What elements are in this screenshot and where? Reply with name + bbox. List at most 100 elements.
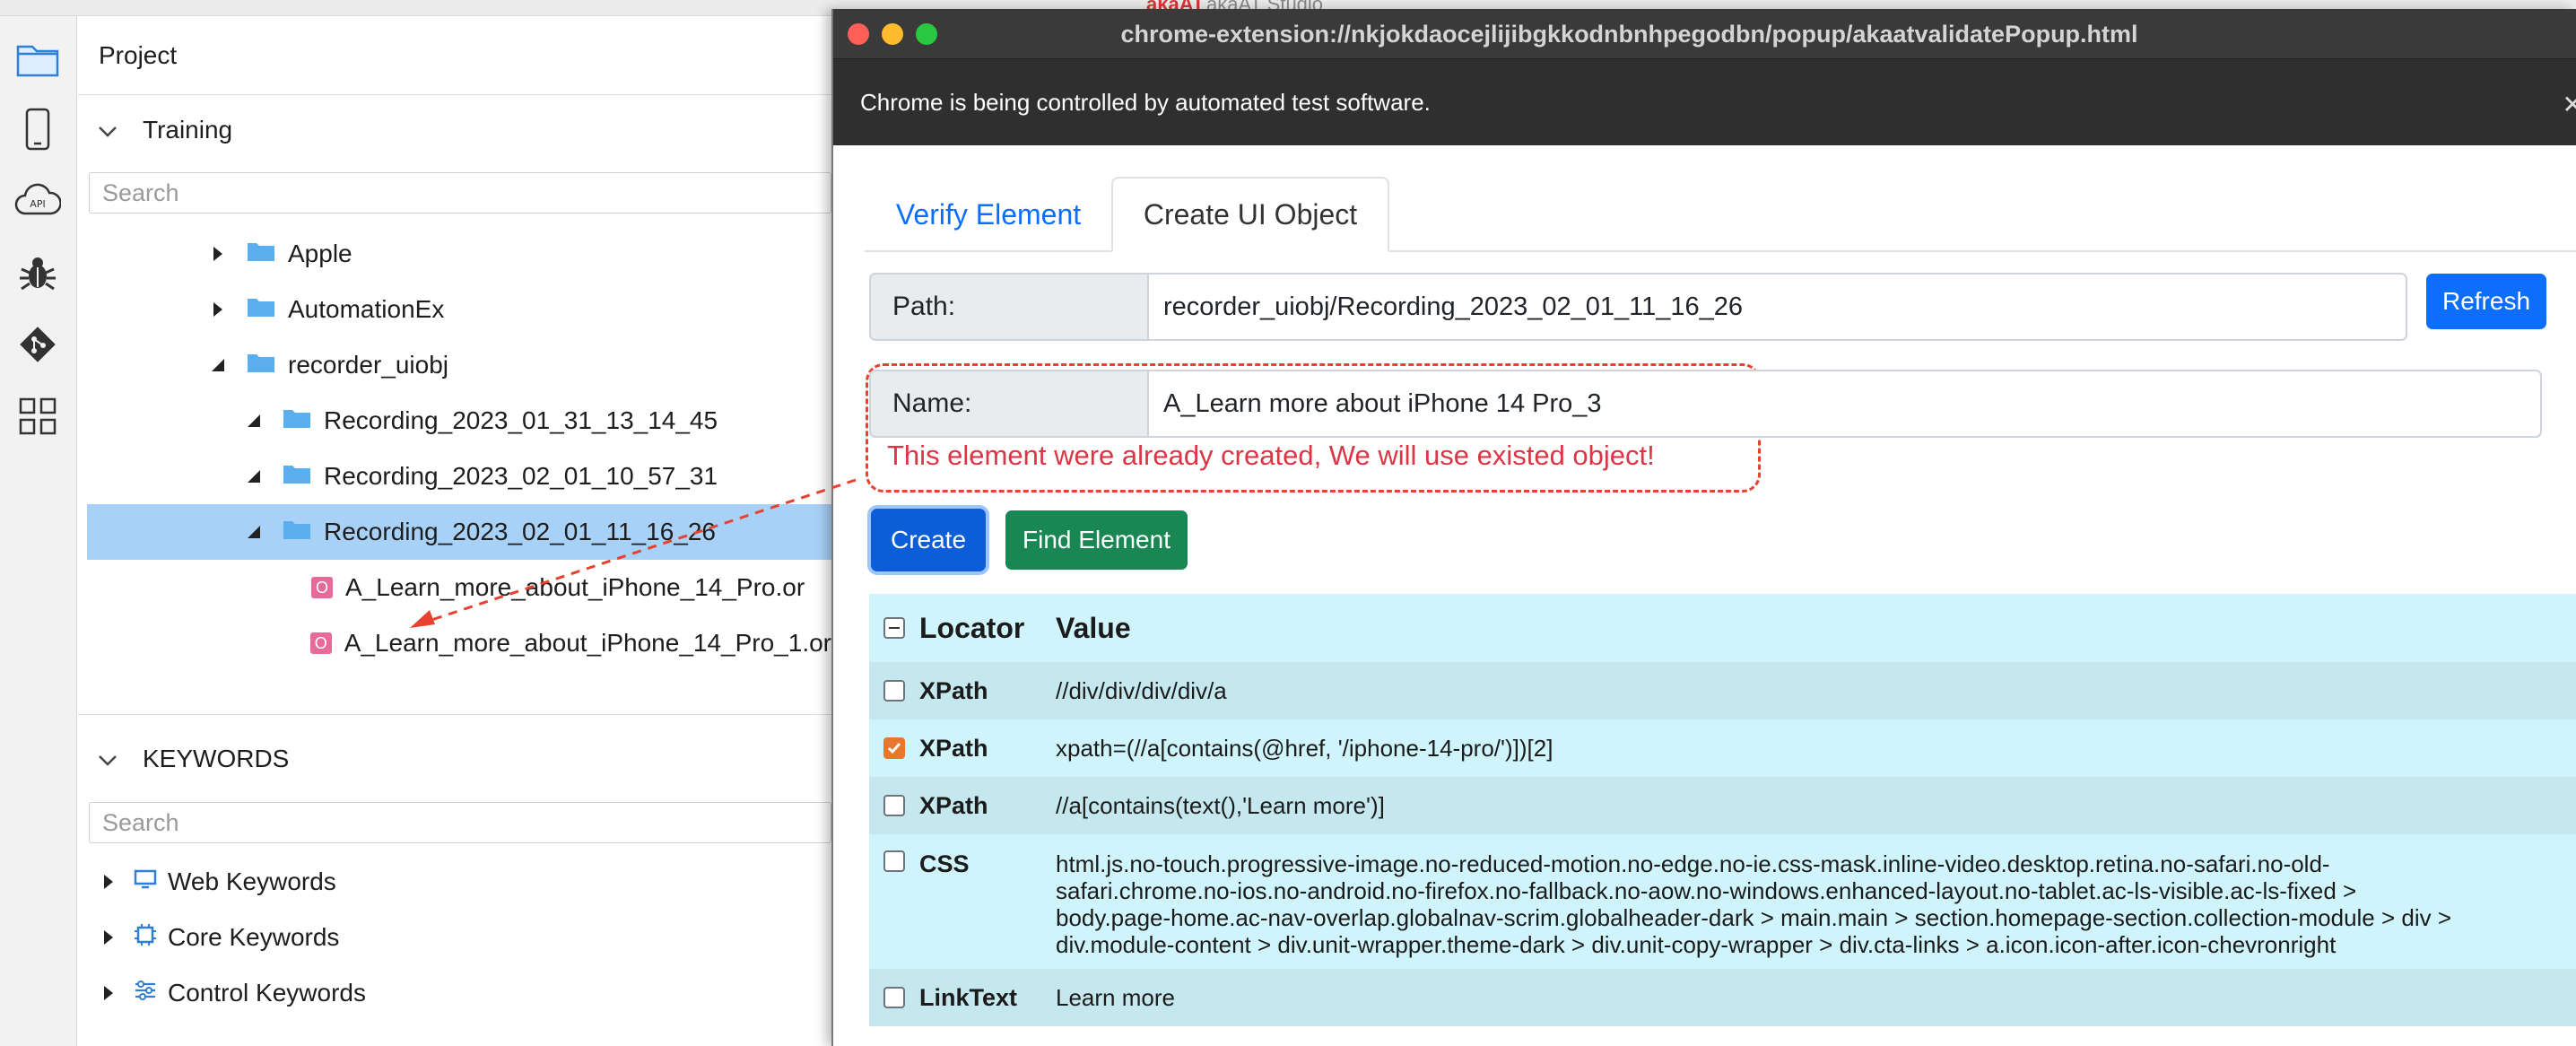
keywords-section-header[interactable]: KEYWORDS xyxy=(78,725,831,793)
row-checkbox-checked[interactable] xyxy=(883,737,905,759)
expand-arrow-icon[interactable] xyxy=(96,874,121,890)
training-label: Training xyxy=(143,116,233,144)
tree-label: Recording_2023_01_31_13_14_45 xyxy=(324,406,718,434)
row-checkbox[interactable] xyxy=(883,850,905,872)
object-repository-icon: O xyxy=(309,632,332,654)
row-checkbox[interactable] xyxy=(883,680,905,702)
refresh-button[interactable]: Refresh xyxy=(2426,274,2546,329)
locator-type: XPath xyxy=(919,676,988,704)
locator-value: xpath=(//a[contains(@href, '/iphone-14-p… xyxy=(1056,735,1553,762)
grid-apps-icon[interactable] xyxy=(13,391,63,441)
select-all-checkbox[interactable] xyxy=(883,617,905,639)
table-row: XPath //div/div/div/div/a xyxy=(869,662,2576,719)
css-value-line: html.js.no-touch.progressive-image.no-re… xyxy=(1056,850,2330,877)
row-checkbox[interactable] xyxy=(883,987,905,1008)
locator-value: Learn more xyxy=(1056,984,1175,1011)
table-row: XPath xpath=(//a[contains(@href, '/iphon… xyxy=(869,719,2576,777)
tree-folder-recorder-uiobj[interactable]: recorder_uiobj xyxy=(87,337,831,393)
infobar-text: Chrome is being controlled by automated … xyxy=(860,88,1431,116)
create-button[interactable]: Create xyxy=(871,509,986,571)
locator-type: LinkText xyxy=(919,983,1018,1011)
debug-bug-icon[interactable] xyxy=(13,248,63,298)
name-input-group: Name: A_Learn more about iPhone 14 Pro_3 xyxy=(869,370,2542,438)
mobile-device-icon[interactable] xyxy=(13,104,63,154)
popup-tabs: Verify Element Create UI Object xyxy=(833,145,2576,252)
locator-value: //a[contains(text(),'Learn more')] xyxy=(1056,792,1385,819)
project-folder-icon[interactable] xyxy=(13,34,63,84)
folder-icon xyxy=(283,406,311,435)
automation-infobar: Chrome is being controlled by automated … xyxy=(833,59,2576,145)
extension-popup-window: chrome-extension://nkjokdaocejlijibgkkod… xyxy=(410,9,2576,1046)
table-row: LinkText Learn more xyxy=(869,969,2576,1026)
keywords-search-input[interactable]: Search xyxy=(89,802,831,843)
tree-folder-recording-1[interactable]: Recording_2023_01_31_13_14_45 xyxy=(87,393,831,449)
training-section-header[interactable]: Training xyxy=(78,96,831,164)
project-panel-title: Project xyxy=(78,16,831,95)
tree-label: AutomationEx xyxy=(288,295,445,323)
chevron-down-icon xyxy=(98,745,123,773)
table-row: XPath //a[contains(text(),'Learn more')] xyxy=(869,777,2576,834)
activity-rail: API xyxy=(0,16,77,1046)
collapse-arrow-icon[interactable] xyxy=(241,524,266,540)
css-value-line: safari.chrome.no-ios.no-android.no-firef… xyxy=(1056,877,2357,904)
tab-create-ui-object[interactable]: Create UI Object xyxy=(1111,177,1389,252)
path-input[interactable]: recorder_uiobj/Recording_2023_02_01_11_1… xyxy=(1147,273,2407,341)
sliders-icon xyxy=(134,979,157,1007)
object-repository-icon: O xyxy=(311,577,333,598)
keyword-group-control[interactable]: Control Keywords xyxy=(87,965,831,1021)
tab-verify-element[interactable]: Verify Element xyxy=(865,177,1112,252)
collapse-arrow-icon[interactable] xyxy=(241,468,266,484)
api-cloud-icon[interactable]: API xyxy=(13,176,63,226)
css-value-line: body.page-home.ac-nav-overlap.globalnav-… xyxy=(1056,904,2452,931)
header-value: Value xyxy=(1056,612,1131,644)
name-input[interactable]: A_Learn more about iPhone 14 Pro_3 xyxy=(1147,370,2542,438)
folder-icon xyxy=(283,518,311,546)
path-input-group: Path: recorder_uiobj/Recording_2023_02_0… xyxy=(869,273,2407,341)
find-element-button[interactable]: Find Element xyxy=(1005,510,1188,570)
window-title: chrome-extension://nkjokdaocejlijibgkkod… xyxy=(1120,20,2138,48)
monitor-icon xyxy=(134,867,157,896)
locator-value: html.js.no-touch.progressive-image.no-re… xyxy=(1056,850,2576,969)
keyword-label: Control Keywords xyxy=(168,979,366,1007)
tree-folder-apple[interactable]: Apple xyxy=(87,226,831,282)
folder-icon xyxy=(283,462,311,491)
locator-type: XPath xyxy=(919,791,988,819)
expand-arrow-icon[interactable] xyxy=(96,929,121,946)
chip-icon xyxy=(134,923,157,953)
expand-arrow-icon[interactable] xyxy=(205,301,231,318)
css-value-line: div.module-content > div.unit-wrapper.th… xyxy=(1056,931,2337,958)
locator-type: CSS xyxy=(919,850,970,877)
path-label: Path: xyxy=(869,273,1147,341)
panel-divider xyxy=(78,714,831,715)
close-icon[interactable]: ✕ xyxy=(2563,90,2576,119)
duplicate-error-message: This element were already created, We wi… xyxy=(887,440,1655,471)
folder-icon xyxy=(247,351,275,379)
expand-arrow-icon[interactable] xyxy=(96,985,121,1001)
annotation-arrow xyxy=(410,478,857,628)
git-icon[interactable] xyxy=(13,319,63,370)
folder-icon xyxy=(247,295,275,324)
chevron-down-icon xyxy=(98,116,123,144)
header-locator: Locator xyxy=(919,611,1025,644)
locator-value: //div/div/div/div/a xyxy=(1056,677,1227,704)
keyword-label: Web Keywords xyxy=(168,867,336,895)
collapse-arrow-icon[interactable] xyxy=(241,413,266,429)
keyword-label: Core Keywords xyxy=(168,923,340,951)
table-header: Locator Value xyxy=(869,594,2576,662)
svg-text:API: API xyxy=(30,198,45,210)
tree-label: recorder_uiobj xyxy=(288,351,448,379)
tree-label: Apple xyxy=(288,240,352,267)
keywords-label: KEYWORDS xyxy=(143,745,290,772)
collapse-arrow-icon[interactable] xyxy=(205,357,231,373)
keyword-group-core[interactable]: Core Keywords xyxy=(87,910,831,965)
locator-type: XPath xyxy=(919,734,988,762)
name-label: Name: xyxy=(869,370,1147,438)
tree-folder-automationex[interactable]: AutomationEx xyxy=(87,282,831,337)
folder-icon xyxy=(247,240,275,268)
keyword-group-web[interactable]: Web Keywords xyxy=(87,854,831,910)
project-search-input[interactable]: Search xyxy=(89,172,831,214)
row-checkbox[interactable] xyxy=(883,795,905,816)
window-titlebar: chrome-extension://nkjokdaocejlijibgkkod… xyxy=(833,9,2576,59)
table-row: CSS html.js.no-touch.progressive-image.n… xyxy=(869,834,2576,969)
expand-arrow-icon[interactable] xyxy=(205,246,231,262)
